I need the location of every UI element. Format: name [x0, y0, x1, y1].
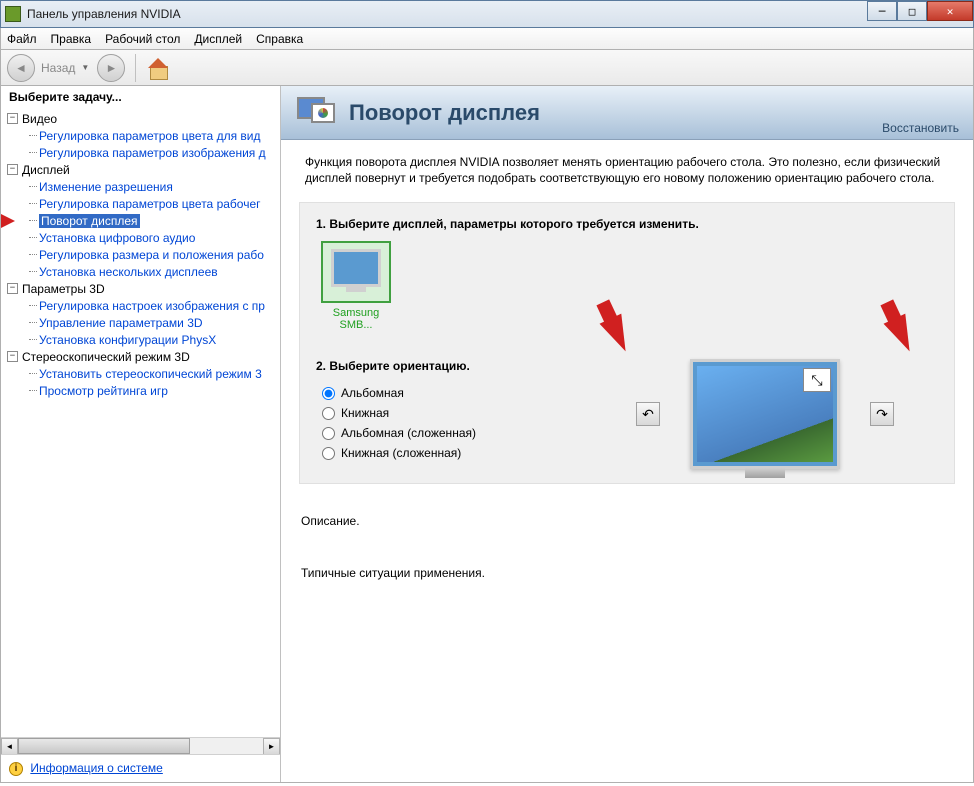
menu-desktop[interactable]: Рабочий стол	[105, 32, 180, 46]
rotate-display-header-icon	[297, 93, 337, 133]
orientation-preview: ⤡	[690, 359, 840, 469]
display-name-label: Samsung SMB...	[316, 307, 396, 331]
tree-item[interactable]: Управление параметрами 3D	[39, 316, 203, 330]
tree-item[interactable]: Регулировка параметров изображения д	[39, 146, 266, 160]
rotate-cw-button[interactable]: ↷	[870, 402, 894, 426]
description-heading: Описание.	[301, 514, 955, 528]
scroll-right-icon[interactable]: ►	[263, 738, 280, 755]
step2-title: 2. Выберите ориентацию.	[316, 359, 476, 373]
close-button[interactable]: ✕	[927, 1, 973, 21]
restore-defaults-link[interactable]: Восстановить	[882, 121, 959, 135]
menu-file[interactable]: Файл	[7, 32, 37, 46]
menu-display[interactable]: Дисплей	[194, 32, 242, 46]
content-pane: Поворот дисплея Восстановить Функция пов…	[281, 86, 973, 782]
maximize-button[interactable]: □	[897, 1, 927, 21]
settings-panel: 1. Выберите дисплей, параметры которого …	[299, 202, 955, 484]
page-description: Функция поворота дисплея NVIDIA позволяе…	[299, 154, 955, 186]
usage-heading: Типичные ситуации применения.	[301, 566, 955, 580]
menu-help[interactable]: Справка	[256, 32, 303, 46]
tree-group-stereo[interactable]: Стереоскопический режим 3D	[22, 350, 190, 364]
info-icon: i	[9, 762, 23, 776]
system-info-link[interactable]: Информация о системе	[30, 761, 162, 775]
content-header: Поворот дисплея Восстановить	[281, 86, 973, 140]
tree-group-video[interactable]: Видео	[22, 112, 57, 126]
sidebar-title: Выберите задачу...	[1, 86, 280, 108]
toolbar: ◄ Назад ▼ ►	[0, 50, 974, 86]
tree-item[interactable]: Установка конфигурации PhysX	[39, 333, 216, 347]
tree-item[interactable]: Изменение разрешения	[39, 180, 173, 194]
tree-group-3d[interactable]: Параметры 3D	[22, 282, 105, 296]
back-label: Назад	[41, 61, 75, 75]
forward-button[interactable]: ►	[97, 54, 125, 82]
home-icon[interactable]	[146, 56, 170, 80]
tree-toggle-display[interactable]: −	[7, 164, 18, 175]
annotation-arrow-icon	[1, 214, 15, 228]
radio-portrait[interactable]	[322, 407, 335, 420]
radio-landscape-flipped[interactable]	[322, 427, 335, 440]
tree-item[interactable]: Установка цифрового аудио	[39, 231, 195, 245]
tree-item[interactable]: Регулировка параметров цвета для вид	[39, 129, 260, 143]
toolbar-separator	[135, 54, 136, 82]
minimize-button[interactable]: ─	[867, 1, 897, 21]
menubar: Файл Правка Рабочий стол Дисплей Справка	[0, 28, 974, 50]
radio-portrait-flipped[interactable]	[322, 447, 335, 460]
tree-toggle-video[interactable]: −	[7, 113, 18, 124]
radio-label[interactable]: Альбомная (сложенная)	[341, 426, 476, 440]
tree-toggle-3d[interactable]: −	[7, 283, 18, 294]
rotate-ccw-button[interactable]: ↶	[636, 402, 660, 426]
tree-item-rotate-display[interactable]: Поворот дисплея	[39, 214, 140, 228]
display-tile[interactable]: Samsung SMB...	[316, 241, 396, 331]
display-thumbnail	[321, 241, 391, 303]
task-tree: − Видео Регулировка параметров цвета для…	[1, 108, 280, 737]
scroll-thumb[interactable]	[18, 738, 190, 754]
back-dropdown-icon[interactable]: ▼	[81, 63, 91, 72]
tree-item[interactable]: Регулировка параметров цвета рабочег	[39, 197, 261, 211]
window-title: Панель управления NVIDIA	[27, 7, 181, 21]
tree-item[interactable]: Установка нескольких дисплеев	[39, 265, 218, 279]
orientation-badge-icon: ⤡	[803, 368, 831, 392]
page-title: Поворот дисплея	[349, 100, 540, 126]
radio-label[interactable]: Книжная	[341, 406, 389, 420]
radio-label[interactable]: Книжная (сложенная)	[341, 446, 461, 460]
radio-label[interactable]: Альбомная	[341, 386, 404, 400]
titlebar: Панель управления NVIDIA ─ □ ✕	[0, 0, 974, 28]
annotation-arrow-icon	[600, 314, 637, 357]
tree-item[interactable]: Установить стереоскопический режим 3	[39, 367, 262, 381]
scroll-left-icon[interactable]: ◄	[1, 738, 18, 755]
tree-group-display[interactable]: Дисплей	[22, 163, 70, 177]
annotation-arrow-icon	[884, 314, 921, 357]
tree-item[interactable]: Просмотр рейтинга игр	[39, 384, 168, 398]
tree-item[interactable]: Регулировка настроек изображения с пр	[39, 299, 265, 313]
sidebar-hscrollbar[interactable]: ◄ ►	[1, 737, 280, 754]
menu-edit[interactable]: Правка	[51, 32, 92, 46]
nvidia-icon	[5, 6, 21, 22]
sidebar: Выберите задачу... − Видео Регулировка п…	[1, 86, 281, 782]
back-button[interactable]: ◄	[7, 54, 35, 82]
radio-landscape[interactable]	[322, 387, 335, 400]
orientation-radio-group: Альбомная Книжная Альбомная (сложенная)	[316, 383, 476, 463]
tree-item[interactable]: Регулировка размера и положения рабо	[39, 248, 264, 262]
tree-toggle-stereo[interactable]: −	[7, 351, 18, 362]
step1-title: 1. Выберите дисплей, параметры которого …	[316, 217, 938, 231]
